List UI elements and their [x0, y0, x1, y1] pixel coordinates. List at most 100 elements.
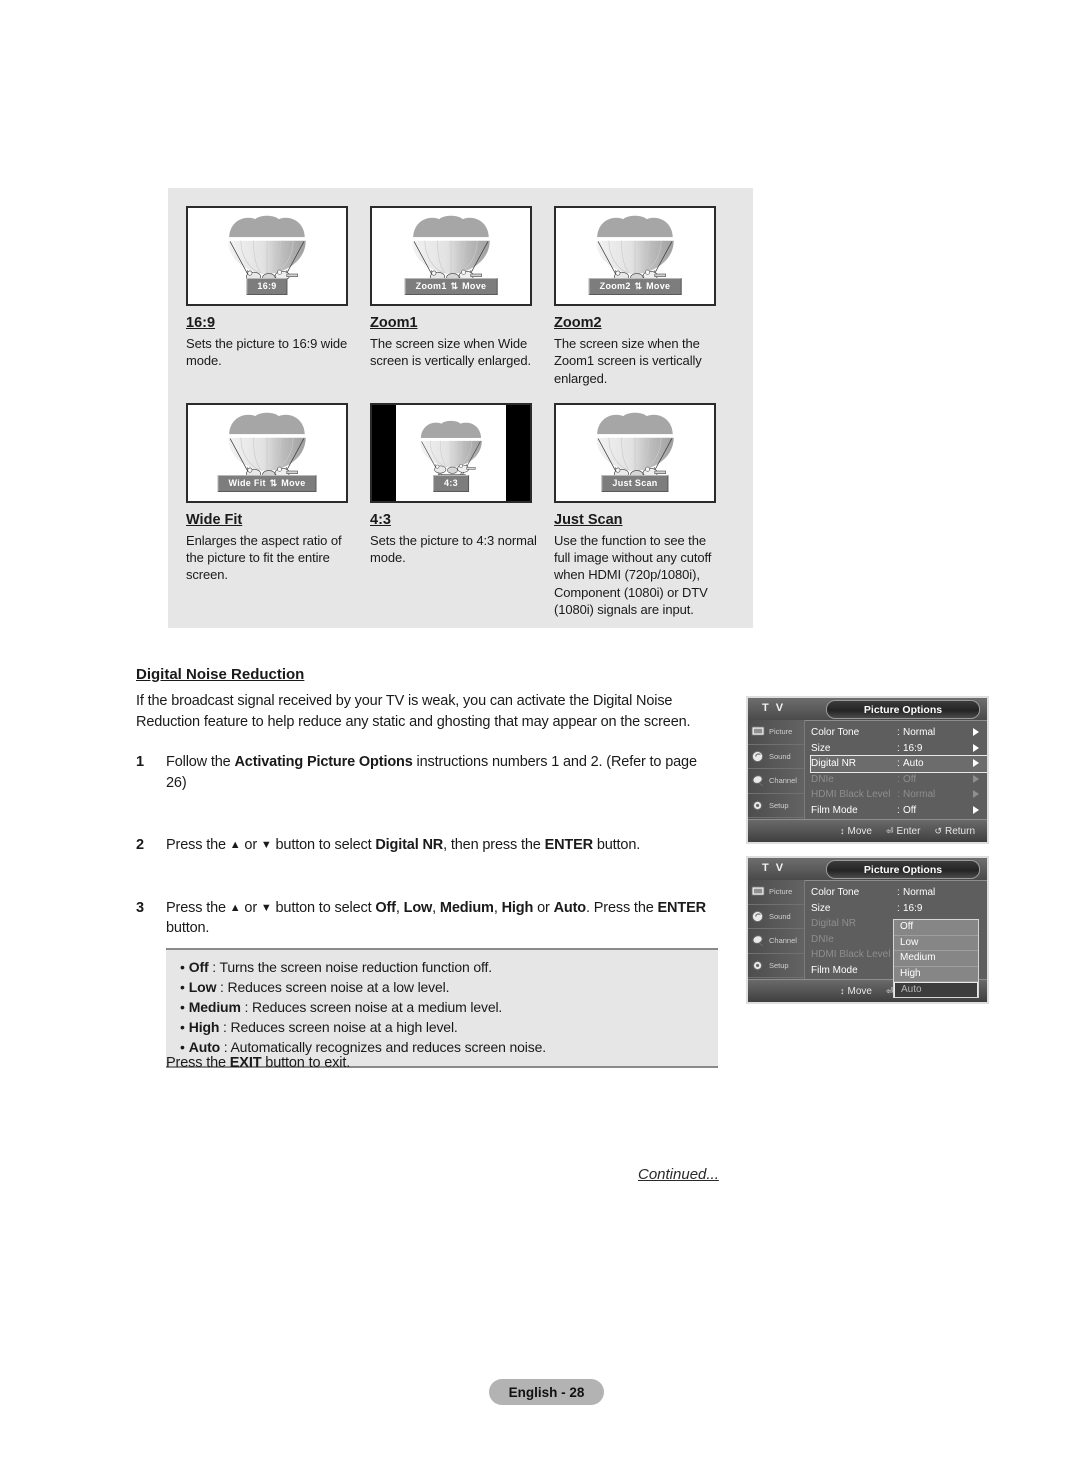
osd-label-post: Move — [646, 281, 671, 291]
dropdown-option-high[interactable]: High — [894, 966, 978, 982]
tv-preview-4-3: 4:3 — [370, 402, 532, 503]
osd-row-color-tone[interactable]: Color Tone: Normal — [811, 725, 987, 741]
setup-icon — [751, 959, 766, 972]
emphasis-text: Digital NR — [375, 837, 444, 854]
osd-footer-hints: ↕Move ⏎Enter ↺Return — [748, 819, 987, 842]
option-term: Off — [188, 959, 209, 975]
osd-row-size[interactable]: Size:16:9 — [811, 901, 987, 917]
digital-nr-dropdown[interactable]: Off Low Medium High Auto — [893, 919, 979, 998]
osd-row-label: HDMI Black Level — [811, 949, 891, 961]
picture-icon — [751, 885, 766, 898]
emphasis-text: Activating Picture Options — [234, 754, 413, 771]
osd-row-size[interactable]: Size:16:9 — [811, 741, 987, 757]
bullet-icon: • — [180, 1018, 185, 1035]
picture-size-row-1: 16:9 16:9 Sets the picture to 16:9 wide mo… — [186, 206, 738, 387]
picture-size-title: 4:3 — [370, 511, 391, 528]
osd-row-value: 16:9 — [903, 902, 923, 914]
step-text: Press the ▲ or ▼ button to select Digita… — [166, 835, 716, 856]
body-text: button to exit. — [261, 1055, 351, 1071]
on-screen-mode-label: 16:9 — [246, 278, 288, 295]
step-number: 3 — [136, 899, 144, 916]
osd-sidebar-item-picture[interactable]: Picture — [748, 880, 804, 905]
sound-icon — [751, 910, 766, 923]
picture-size-cell: 16:9 16:9 Sets the picture to 16:9 wide mo… — [186, 206, 370, 387]
osd-row-digital-nr[interactable]: Digital NR: Auto — [810, 755, 987, 773]
option-description-item: • Medium : Reduces screen noise at a medi… — [180, 998, 718, 1018]
body-text: button. — [166, 920, 210, 937]
tv-preview-zoom2: Zoom2 ⇅ Move — [554, 206, 716, 306]
osd-row-label: Size — [811, 902, 831, 914]
osd-rows-host: Color Tone: Normal Size:16:9 Digital NR: Aut… — [810, 725, 987, 834]
instruction-step-2: 2 Press the ▲ or ▼ button to select Digit… — [136, 835, 716, 856]
osd-hint-label: Move — [847, 825, 872, 837]
emphasis-text: EXIT — [229, 1055, 262, 1071]
chevron-right-icon — [973, 759, 979, 767]
emphasis-text: ENTER — [657, 899, 707, 916]
arrow-glyph: ▼ — [260, 901, 272, 914]
osd-sidebar-label: Channel — [769, 776, 797, 786]
dropdown-option-off[interactable]: Off — [894, 920, 978, 936]
osd-row-hdmi-black-level[interactable]: HDMI Black Level: Normal — [811, 787, 987, 803]
step-number: 1 — [136, 754, 144, 771]
article-body: Digital Noise Reduction If the broadcast… — [136, 666, 716, 939]
step-text: Press the ▲ or ▼ button to select Off, L… — [166, 898, 716, 939]
osd-screenshot-digital-nr-dropdown: T V Picture Options Picture Sound Channel S… — [746, 856, 989, 1004]
osd-brand-label: T V — [762, 862, 786, 874]
move-key-icon: ↕ — [840, 985, 845, 996]
step-text: Follow the Activating Picture Options in… — [166, 752, 716, 793]
on-screen-mode-label: 4:3 — [433, 474, 469, 492]
option-desc: : Turns the screen noise reduction funct… — [208, 959, 492, 975]
option-description-item: • Low : Reduces screen noise at a low lev… — [180, 978, 718, 998]
osd-row-film-mode[interactable]: Film Mode: Off — [811, 803, 987, 819]
osd-row-label: Film Mode — [811, 804, 858, 816]
dropdown-option-auto[interactable]: Auto — [894, 982, 978, 997]
instruction-step-3: 3 Press the ▲ or ▼ button to select Off, … — [136, 898, 716, 939]
osd-sidebar-item-setup[interactable]: Setup — [748, 794, 804, 818]
emphasis-text: Auto — [553, 899, 587, 916]
body-text: Press the — [166, 1055, 230, 1071]
osd-sidebar-item-channel[interactable]: Channel — [748, 929, 804, 954]
osd-row-label: Digital NR — [811, 758, 857, 770]
osd-sidebar-item-setup[interactable]: Setup — [748, 954, 804, 978]
osd-row-label: Size — [811, 742, 831, 754]
intro-paragraph: If the broadcast signal received by your… — [136, 693, 691, 730]
osd-label-pre: Zoom1 — [415, 281, 447, 291]
tv-preview-zoom1: Zoom1 ⇅ Move — [370, 206, 532, 306]
picture-size-title: 16:9 — [186, 315, 216, 331]
page-number-badge: English - 28 — [489, 1379, 604, 1405]
dropdown-option-low[interactable]: Low — [894, 935, 978, 951]
exit-instruction: Press the EXIT button to exit. — [166, 1055, 350, 1071]
osd-sidebar-item-picture[interactable]: Picture — [748, 720, 804, 745]
osd-label-text: 4:3 — [444, 477, 458, 488]
picture-size-description: Sets the picture to 4:3 normal mode. — [370, 532, 537, 566]
option-desc: : Automatically recognizes and reduces s… — [220, 1038, 546, 1055]
osd-sidebar-label: Sound — [769, 911, 791, 921]
dropdown-option-medium[interactable]: Medium — [894, 951, 978, 967]
osd-sidebar-item-channel[interactable]: Channel — [748, 769, 804, 794]
chevron-right-icon — [973, 728, 979, 736]
osd-option-rows: Color Tone: Normal Size:16:9 Digital NR: Aut… — [805, 720, 987, 842]
on-screen-mode-label: Wide Fit ⇅ Move — [217, 474, 317, 492]
body-text: , — [432, 899, 440, 916]
option-term: Auto — [188, 1038, 221, 1055]
picture-size-panel: 16:9 16:9 Sets the picture to 16:9 wide mo… — [168, 188, 753, 628]
tv-preview-wide-fit: Wide Fit ⇅ Move — [186, 402, 348, 503]
picture-size-description: The screen size when the Zoom1 screen is… — [554, 336, 702, 386]
picture-size-title: Just Scan — [554, 511, 623, 528]
osd-sidebar-item-sound[interactable]: Sound — [748, 745, 804, 769]
osd-hint-enter: ⏎Enter — [886, 826, 920, 837]
osd-option-rows: Color Tone:NormalSize:16:9Digital NR:DNI… — [805, 880, 987, 1002]
osd-row-color-tone[interactable]: Color Tone: Normal — [811, 885, 987, 901]
osd-row-dnie[interactable]: DNIe: Off — [811, 772, 987, 788]
osd-hint-label: Return — [944, 825, 975, 837]
osd-sidebar-item-sound[interactable]: Sound — [748, 905, 804, 929]
setup-icon — [751, 799, 766, 812]
body-text: button. — [592, 837, 641, 854]
option-term: Medium — [188, 998, 241, 1015]
picture-size-cell: Wide Fit ⇅ Move Wide Fit Enlarges the aspe… — [186, 402, 370, 618]
osd-row-label: Digital NR — [811, 918, 857, 930]
option-term: Low — [188, 978, 217, 995]
osd-label-text: Just Scan — [612, 477, 658, 488]
move-key-icon: ↕ — [840, 825, 845, 836]
chevron-right-icon — [973, 805, 979, 814]
